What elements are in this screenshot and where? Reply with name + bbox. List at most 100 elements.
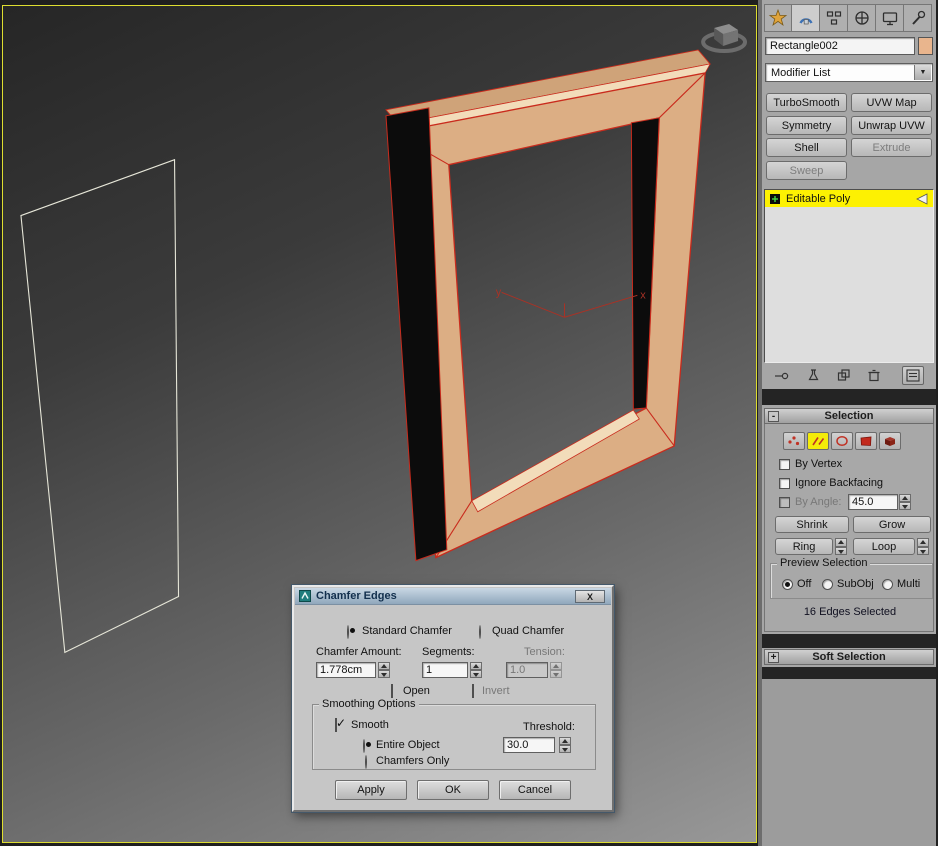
preview-selection-title: Preview Selection — [777, 557, 871, 569]
turbosmooth-button[interactable]: TurboSmooth — [766, 93, 847, 112]
modifier-stack-list[interactable]: Editable Poly — [764, 189, 934, 363]
chamfers-only-label: Chamfers Only — [376, 755, 450, 767]
dropdown-arrow-icon[interactable]: ▼ — [914, 65, 931, 80]
open-label: Open — [403, 685, 430, 697]
tab-modify[interactable] — [792, 4, 820, 32]
by-angle-field[interactable]: 45.0 — [848, 494, 898, 510]
quad-chamfer-radio[interactable] — [479, 625, 481, 639]
by-vertex-checkbox[interactable] — [779, 458, 790, 470]
threshold-field[interactable]: 30.0 — [503, 737, 555, 753]
tab-utilities[interactable] — [904, 4, 932, 32]
object-name-input[interactable]: Rectangle002 — [765, 37, 915, 55]
segments-field[interactable]: 1 — [422, 662, 468, 678]
smooth-checkbox[interactable] — [335, 718, 337, 732]
border-subobject-button[interactable] — [831, 432, 853, 450]
collapse-icon: - — [768, 411, 779, 422]
show-end-result-icon[interactable] — [806, 368, 822, 383]
tab-create[interactable] — [764, 4, 792, 32]
by-angle-label: By Angle: — [795, 496, 842, 508]
chamfers-only-radio[interactable] — [365, 755, 367, 769]
frame-object[interactable] — [385, 49, 711, 562]
editable-poly-icon — [770, 193, 780, 204]
loop-button[interactable]: Loop — [853, 538, 915, 555]
edge-subobject-button[interactable] — [807, 432, 829, 450]
standard-chamfer-radio[interactable] — [347, 625, 349, 639]
chamfer-amount-field[interactable]: 1.778cm — [316, 662, 376, 678]
shell-button[interactable]: Shell — [766, 138, 847, 157]
chamfer-amount-spinner[interactable] — [378, 662, 390, 678]
motion-wheel-icon — [854, 11, 869, 25]
panel-divider — [762, 389, 936, 405]
dialog-close-button[interactable]: X — [575, 590, 605, 603]
configure-modifier-sets-button[interactable] — [902, 366, 924, 385]
stack-item-editable-poly[interactable]: Editable Poly — [765, 190, 933, 207]
command-panel: Rectangle002 Modifier List ▼ TurboSmooth… — [762, 0, 936, 846]
preview-multi-radio[interactable] — [882, 578, 893, 590]
preview-off-radio[interactable] — [782, 578, 793, 590]
display-monitor-icon — [882, 12, 897, 26]
soft-selection-rollout-title: Soft Selection — [812, 651, 886, 663]
by-vertex-row[interactable]: By Vertex — [779, 458, 842, 470]
unwrap-uvw-button[interactable]: Unwrap UVW — [851, 116, 932, 135]
dialog-title-bar[interactable]: Chamfer Edges — [295, 588, 611, 605]
element-icon — [885, 437, 895, 446]
by-angle-spinner[interactable] — [899, 494, 911, 510]
open-checkbox[interactable] — [391, 684, 393, 698]
modifier-list-dropdown[interactable]: Modifier List ▼ — [765, 63, 933, 82]
element-subobject-button[interactable] — [879, 432, 901, 450]
ok-button[interactable]: OK — [417, 780, 489, 800]
apply-button[interactable]: Apply — [335, 780, 407, 800]
loop-spinner[interactable] — [917, 538, 929, 555]
standard-chamfer-label: Standard Chamfer — [362, 625, 452, 637]
segments-label: Segments: — [422, 646, 475, 658]
panel-divider — [762, 634, 936, 648]
dialog-3dsmax-icon — [299, 590, 311, 602]
ignore-backfacing-row[interactable]: Ignore Backfacing — [779, 477, 883, 489]
ring-spinner[interactable] — [835, 538, 847, 555]
ignore-backfacing-checkbox[interactable] — [779, 477, 790, 489]
dialog-title: Chamfer Edges — [316, 590, 397, 602]
smoothing-options-title: Smoothing Options — [319, 698, 419, 710]
chamfer-amount-label: Chamfer Amount: — [316, 646, 402, 658]
tab-motion[interactable] — [848, 4, 876, 32]
soft-selection-rollout-header[interactable]: + Soft Selection — [764, 649, 934, 665]
invert-label: Invert — [482, 685, 510, 697]
tab-display[interactable] — [876, 4, 904, 32]
object-color-swatch[interactable] — [918, 37, 933, 55]
selection-rollout-header[interactable]: - Selection — [764, 408, 934, 424]
tab-hierarchy[interactable] — [820, 4, 848, 32]
axis-y-label: y — [496, 286, 502, 298]
command-panel-tabs — [764, 4, 932, 32]
pin-stack-icon[interactable] — [774, 369, 790, 383]
preview-multi-label: Multi — [897, 578, 921, 590]
ring-button[interactable]: Ring — [775, 538, 833, 555]
preview-off-option[interactable]: Off — [782, 578, 811, 590]
subobject-level-row — [783, 432, 901, 450]
preview-subobj-radio[interactable] — [822, 578, 833, 590]
segments-spinner[interactable] — [470, 662, 482, 678]
axis-gizmo[interactable]: y x — [496, 286, 647, 318]
quad-chamfer-label: Quad Chamfer — [492, 625, 565, 637]
extrude-button: Extrude — [851, 138, 932, 157]
entire-object-radio[interactable] — [363, 739, 365, 753]
tension-field: 1.0 — [506, 662, 548, 678]
threshold-spinner[interactable] — [559, 737, 571, 753]
hierarchy-boxes-icon — [826, 11, 841, 25]
stack-item-label: Editable Poly — [786, 192, 851, 205]
shrink-button[interactable]: Shrink — [775, 516, 849, 533]
plane-wireframe-object[interactable] — [20, 158, 180, 654]
panel-empty-area — [762, 679, 936, 846]
make-unique-icon[interactable] — [836, 368, 852, 383]
polygon-subobject-button[interactable] — [855, 432, 877, 450]
preview-multi-option[interactable]: Multi — [882, 578, 920, 590]
chamfer-edges-dialog: Chamfer Edges X Standard Chamfer Quad Ch… — [292, 585, 614, 812]
remove-modifier-icon[interactable] — [866, 368, 882, 383]
symmetry-button[interactable]: Symmetry — [766, 116, 847, 135]
utilities-wrench-icon — [911, 10, 925, 25]
viewcube-icon[interactable] — [701, 24, 748, 53]
cancel-button[interactable]: Cancel — [499, 780, 571, 800]
preview-subobj-option[interactable]: SubObj — [822, 578, 874, 590]
grow-button[interactable]: Grow — [853, 516, 931, 533]
uvw-map-button[interactable]: UVW Map — [851, 93, 932, 112]
vertex-subobject-button[interactable] — [783, 432, 805, 450]
